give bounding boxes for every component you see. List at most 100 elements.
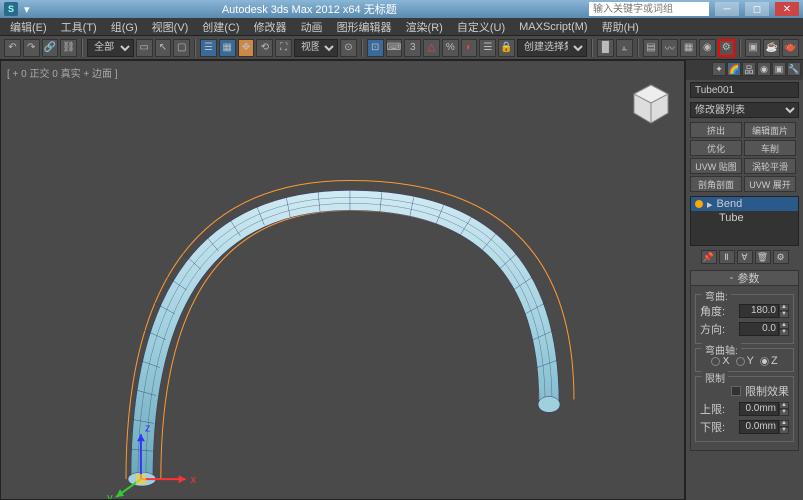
menu-render[interactable]: 渲染(R) bbox=[400, 17, 449, 37]
group-bend-label: 弯曲: bbox=[702, 288, 731, 303]
command-panel: ✦ 🌈 品 ◉ ▣ 🔧 Tube001 修改器列表 挤出 编辑面片 优化 车削 … bbox=[685, 60, 803, 500]
menu-graph[interactable]: 图形编辑器 bbox=[331, 17, 398, 37]
angle-snap-icon[interactable]: △ bbox=[423, 39, 440, 57]
menu-group[interactable]: 组(G) bbox=[105, 17, 144, 37]
lock-icon[interactable]: 🔒 bbox=[498, 39, 515, 57]
manage-icon[interactable]: ☰ bbox=[200, 39, 217, 57]
layer-mgr-icon[interactable]: ▤ bbox=[643, 39, 660, 57]
configure-icon[interactable]: ⚙ bbox=[773, 250, 789, 264]
tab-display[interactable]: ▣ bbox=[772, 62, 786, 76]
btn-uvwmap[interactable]: UVW 贴图 bbox=[690, 158, 742, 174]
move-icon[interactable]: ✥ bbox=[238, 39, 255, 57]
menu-create[interactable]: 创建(C) bbox=[196, 17, 245, 37]
svg-text:y: y bbox=[107, 492, 113, 499]
menu-animation[interactable]: 动画 bbox=[295, 17, 329, 37]
select-icon[interactable]: ▭ bbox=[136, 39, 153, 57]
viewport[interactable]: [ + 0 正交 0 真实 + 边面 ] bbox=[0, 60, 685, 500]
btn-chamfer[interactable]: 剖角剖面 bbox=[690, 176, 742, 192]
minimize-button[interactable]: ─ bbox=[715, 2, 739, 16]
scale-icon[interactable]: ⛶ bbox=[275, 39, 292, 57]
lower-spinner[interactable]: 0.0mm ▲▼ bbox=[739, 420, 789, 434]
tab-create[interactable]: ✦ bbox=[712, 62, 726, 76]
angle-spinner[interactable]: 180.0 ▲▼ bbox=[739, 304, 789, 318]
menu-edit[interactable]: 编辑(E) bbox=[4, 17, 53, 37]
edit-named-icon[interactable]: ☰ bbox=[479, 39, 496, 57]
select-rect-icon[interactable]: ▢ bbox=[173, 39, 190, 57]
snap-toggle-icon[interactable]: 3 bbox=[404, 39, 421, 57]
angle-label: 角度: bbox=[700, 303, 725, 319]
menu-bar: 编辑(E) 工具(T) 组(G) 视图(V) 创建(C) 修改器 动画 图形编辑… bbox=[0, 18, 803, 36]
tab-modify[interactable]: 🌈 bbox=[727, 62, 741, 76]
direction-spinner[interactable]: 0.0 ▲▼ bbox=[739, 322, 789, 336]
tab-motion[interactable]: ◉ bbox=[757, 62, 771, 76]
selection-filter[interactable]: 全部 bbox=[87, 39, 134, 57]
layer-icon[interactable]: ▦ bbox=[219, 39, 236, 57]
window-title: Autodesk 3ds Max 2012 x64 无标题 bbox=[36, 1, 583, 17]
curve-editor-icon[interactable]: 〰 bbox=[661, 39, 678, 57]
main-toolbar: ↶ ↷ 🔗 ⛓ 全部 ▭ ↖ ▢ ☰ ▦ ✥ ⟲ ⛶ 视图 ⊙ ⊡ ⌨ 3 △ … bbox=[0, 36, 803, 60]
menu-maxscript[interactable]: MAXScript(M) bbox=[513, 19, 593, 35]
spinner-snap-icon[interactable]: ◐ bbox=[461, 39, 478, 57]
redo-icon[interactable]: ↷ bbox=[23, 39, 40, 57]
object-name-field[interactable]: Tube001 bbox=[690, 82, 799, 98]
menu-help[interactable]: 帮助(H) bbox=[596, 17, 645, 37]
tab-utilities[interactable]: 🔧 bbox=[787, 62, 801, 76]
named-sel-set[interactable]: 创建选择集 bbox=[517, 39, 587, 57]
modifier-stack[interactable]: ▸Bend Tube bbox=[690, 196, 799, 246]
lower-label: 下限: bbox=[700, 419, 725, 435]
rollout-parameters[interactable]: -参数 bbox=[690, 270, 799, 286]
rotate-icon[interactable]: ⟲ bbox=[256, 39, 273, 57]
group-axis-label: 弯曲轴: bbox=[702, 342, 741, 357]
menu-tools[interactable]: 工具(T) bbox=[55, 17, 103, 37]
btn-extrude[interactable]: 挤出 bbox=[690, 122, 742, 138]
bulb-icon[interactable] bbox=[695, 200, 703, 208]
viewport-canvas: x z y bbox=[1, 61, 684, 499]
upper-label: 上限: bbox=[700, 401, 725, 417]
direction-label: 方向: bbox=[700, 321, 725, 337]
upper-spinner[interactable]: 0.0mm ▲▼ bbox=[739, 402, 789, 416]
group-limit-label: 限制 bbox=[702, 370, 728, 385]
unlink-icon[interactable]: ⛓ bbox=[60, 39, 77, 57]
limit-effect-checkbox[interactable]: 限制效果 bbox=[700, 383, 789, 399]
unique-icon[interactable]: ∀ bbox=[737, 250, 753, 264]
render-setup-icon[interactable]: ⚙ bbox=[718, 39, 735, 57]
schematic-icon[interactable]: ▦ bbox=[680, 39, 697, 57]
mirror-icon[interactable]: ▐▌ bbox=[597, 39, 614, 57]
link-icon[interactable]: 🔗 bbox=[42, 39, 59, 57]
show-result-icon[interactable]: Ⅱ bbox=[719, 250, 735, 264]
select-arrow-icon[interactable]: ↖ bbox=[155, 39, 172, 57]
percent-snap-icon[interactable]: % bbox=[442, 39, 459, 57]
menu-customize[interactable]: 自定义(U) bbox=[451, 17, 511, 37]
panel-tabs: ✦ 🌈 品 ◉ ▣ 🔧 bbox=[686, 60, 803, 80]
app-icon: S bbox=[4, 2, 18, 16]
btn-turbosmooth[interactable]: 涡轮平滑 bbox=[744, 158, 796, 174]
btn-uvwunwrap[interactable]: UVW 展开 bbox=[744, 176, 796, 192]
pivot-icon[interactable]: ⊙ bbox=[340, 39, 357, 57]
menu-modifiers[interactable]: 修改器 bbox=[248, 17, 293, 37]
pin-stack-icon[interactable]: 📌 bbox=[701, 250, 717, 264]
align-icon[interactable]: ⫠ bbox=[616, 39, 633, 57]
material-editor-icon[interactable]: ◉ bbox=[699, 39, 716, 57]
render-prod-icon[interactable]: ☕ bbox=[763, 39, 780, 57]
keyboard-icon[interactable]: ⌨ bbox=[386, 39, 403, 57]
render-frame-icon[interactable]: ▣ bbox=[745, 39, 762, 57]
ref-coord-sel[interactable]: 视图 bbox=[294, 39, 338, 57]
remove-mod-icon[interactable]: 🗑 bbox=[755, 250, 771, 264]
select-manipulate-icon[interactable]: ⊡ bbox=[367, 39, 384, 57]
close-button[interactable]: ✕ bbox=[775, 2, 799, 16]
search-input[interactable] bbox=[589, 2, 709, 16]
axis-z-radio[interactable]: Z bbox=[760, 355, 778, 367]
viewcube[interactable] bbox=[628, 81, 674, 127]
stack-item-tube[interactable]: Tube bbox=[691, 211, 798, 225]
stack-item-bend[interactable]: ▸Bend bbox=[691, 197, 798, 211]
undo-icon[interactable]: ↶ bbox=[4, 39, 21, 57]
tab-hierarchy[interactable]: 品 bbox=[742, 62, 756, 76]
btn-editpatch[interactable]: 编辑面片 bbox=[744, 122, 796, 138]
btn-optimize[interactable]: 优化 bbox=[690, 140, 742, 156]
render-iter-icon[interactable]: 🫖 bbox=[782, 39, 799, 57]
btn-lathe[interactable]: 车削 bbox=[744, 140, 796, 156]
maximize-button[interactable]: ◻ bbox=[745, 2, 769, 16]
modifier-list[interactable]: 修改器列表 bbox=[690, 102, 799, 118]
menu-view[interactable]: 视图(V) bbox=[146, 17, 195, 37]
svg-text:z: z bbox=[145, 422, 150, 434]
